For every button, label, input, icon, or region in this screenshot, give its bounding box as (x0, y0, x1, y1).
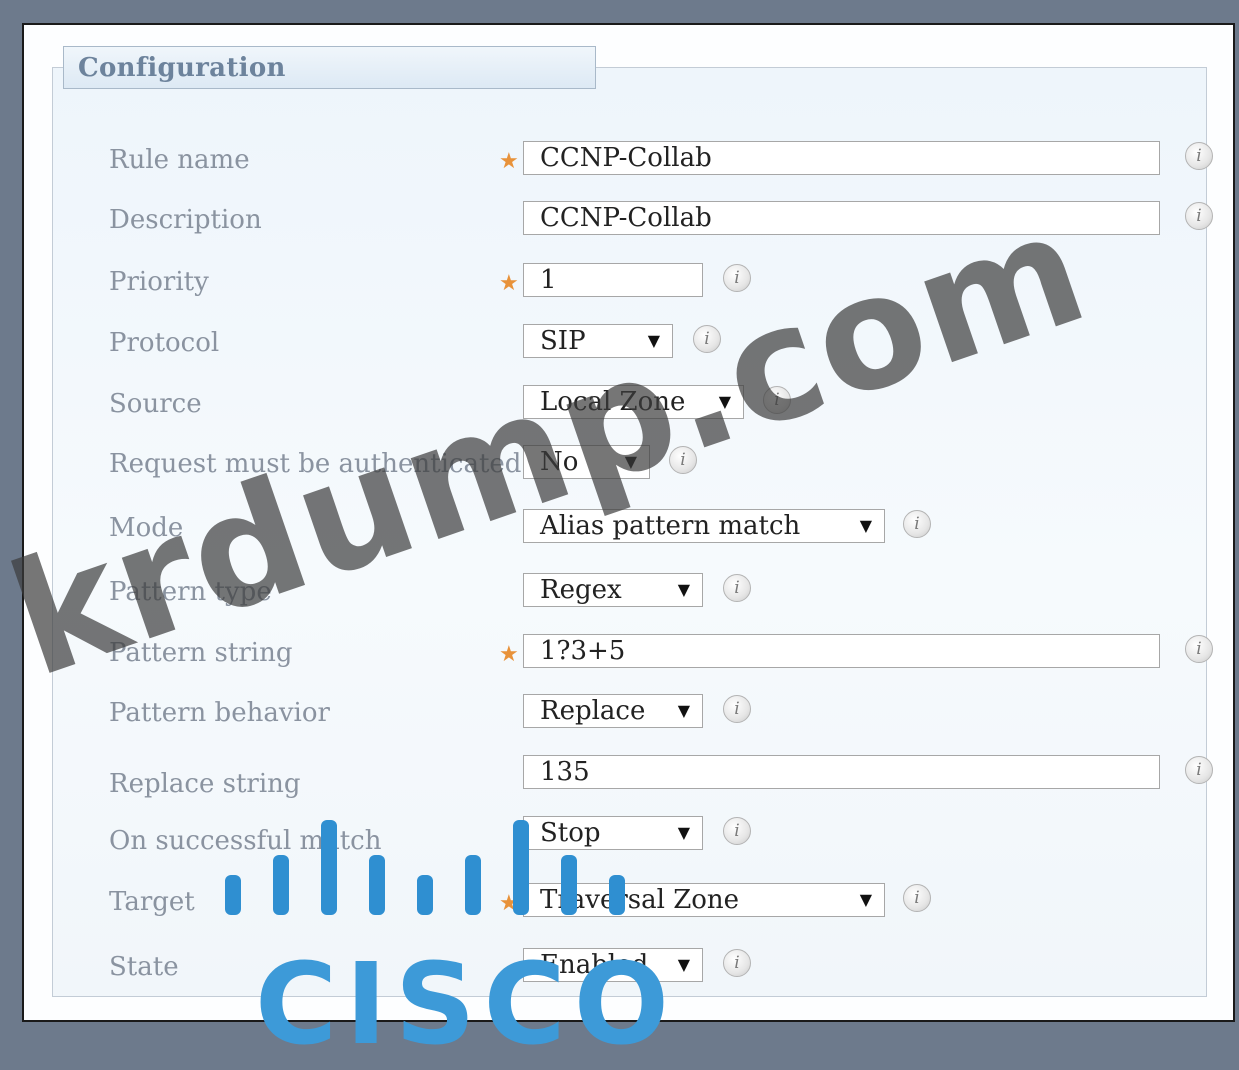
info-icon[interactable]: i (693, 325, 721, 353)
chevron-down-icon: ▼ (647, 331, 660, 350)
mode-label: Mode (109, 513, 184, 543)
rule-name-label: Rule name (109, 145, 250, 175)
info-icon[interactable]: i (723, 949, 751, 977)
panel-header: Configuration (63, 46, 596, 89)
state-value: Enabled (540, 950, 649, 980)
chevron-down-icon: ▼ (677, 823, 690, 842)
target-value: Traversal Zone (540, 885, 740, 915)
info-icon[interactable]: i (1185, 635, 1213, 663)
chevron-down-icon: ▼ (677, 955, 690, 974)
row-request-auth: Request must be authenticated No ▼ i (53, 445, 1206, 481)
row-state: State Enabled ▼ i (53, 948, 1206, 984)
chevron-down-icon: ▼ (859, 890, 872, 909)
required-star-icon: ★ (499, 891, 519, 916)
pattern-string-label: Pattern string (109, 638, 293, 668)
info-icon[interactable]: i (903, 510, 931, 538)
panel-title: Configuration (78, 53, 286, 83)
info-icon[interactable]: i (669, 446, 697, 474)
protocol-select[interactable]: SIP ▼ (523, 324, 673, 358)
source-label: Source (109, 389, 202, 419)
source-select[interactable]: Local Zone ▼ (523, 385, 744, 419)
row-pattern-string: Pattern string ★ 1?3+5 i (53, 634, 1213, 670)
replace-string-input[interactable]: 135 (523, 755, 1160, 789)
required-star-icon: ★ (499, 149, 519, 174)
source-value: Local Zone (540, 387, 686, 417)
chevron-down-icon: ▼ (624, 452, 637, 471)
row-pattern-type: Pattern type Regex ▼ i (53, 573, 1206, 609)
pattern-behavior-value: Replace (540, 696, 646, 726)
row-target: Target ★ Traversal Zone ▼ i (53, 883, 1206, 919)
description-label: Description (109, 205, 262, 235)
pattern-type-label: Pattern type (109, 577, 272, 607)
mode-select[interactable]: Alias pattern match ▼ (523, 509, 885, 543)
info-icon[interactable]: i (723, 264, 751, 292)
info-icon[interactable]: i (723, 817, 751, 845)
on-success-value: Stop (540, 818, 601, 848)
row-on-success: On successful match Stop ▼ i (53, 816, 1206, 856)
row-mode: Mode Alias pattern match ▼ i (53, 509, 1206, 545)
chevron-down-icon: ▼ (677, 701, 690, 720)
chevron-down-icon: ▼ (718, 392, 731, 411)
info-icon[interactable]: i (763, 386, 791, 414)
info-icon[interactable]: i (723, 695, 751, 723)
row-description: Description CCNP-Collab i (53, 201, 1213, 237)
rule-name-input[interactable]: CCNP-Collab (523, 141, 1160, 175)
pattern-type-value: Regex (540, 575, 622, 605)
priority-label: Priority (109, 267, 209, 297)
row-priority: Priority ★ 1 i (53, 263, 1206, 299)
pattern-behavior-label: Pattern behavior (109, 698, 330, 728)
required-star-icon: ★ (499, 271, 519, 296)
required-star-icon: ★ (499, 642, 519, 667)
state-label: State (109, 952, 179, 982)
priority-input[interactable]: 1 (523, 263, 703, 297)
target-label: Target (109, 887, 195, 917)
request-auth-select[interactable]: No ▼ (523, 445, 650, 479)
pattern-behavior-select[interactable]: Replace ▼ (523, 694, 703, 728)
info-icon[interactable]: i (1185, 756, 1213, 784)
description-input[interactable]: CCNP-Collab (523, 201, 1160, 235)
row-replace-string: Replace string 135 i (53, 755, 1213, 799)
chevron-down-icon: ▼ (859, 516, 872, 535)
on-success-label: On successful match (109, 826, 382, 856)
row-rule-name: Rule name ★ CCNP-Collab i (53, 141, 1213, 177)
info-icon[interactable]: i (1185, 202, 1213, 230)
on-success-select[interactable]: Stop ▼ (523, 816, 703, 850)
configuration-panel: Configuration Rule name ★ CCNP-Collab i … (52, 46, 1213, 997)
replace-string-label: Replace string (109, 769, 301, 799)
config-window: Configuration Rule name ★ CCNP-Collab i … (22, 23, 1235, 1022)
chevron-down-icon: ▼ (677, 580, 690, 599)
request-auth-label: Request must be authenticated (109, 449, 522, 479)
pattern-string-input[interactable]: 1?3+5 (523, 634, 1160, 668)
request-auth-value: No (540, 447, 579, 477)
info-icon[interactable]: i (1185, 142, 1213, 170)
row-pattern-behavior: Pattern behavior Replace ▼ i (53, 694, 1206, 730)
row-source: Source Local Zone ▼ i (53, 385, 1206, 421)
mode-value: Alias pattern match (540, 511, 801, 541)
protocol-value: SIP (540, 326, 586, 356)
state-select[interactable]: Enabled ▼ (523, 948, 703, 982)
target-select[interactable]: Traversal Zone ▼ (523, 883, 885, 917)
info-icon[interactable]: i (723, 574, 751, 602)
row-protocol: Protocol SIP ▼ i (53, 324, 1206, 360)
protocol-label: Protocol (109, 328, 220, 358)
pattern-type-select[interactable]: Regex ▼ (523, 573, 703, 607)
info-icon[interactable]: i (903, 884, 931, 912)
